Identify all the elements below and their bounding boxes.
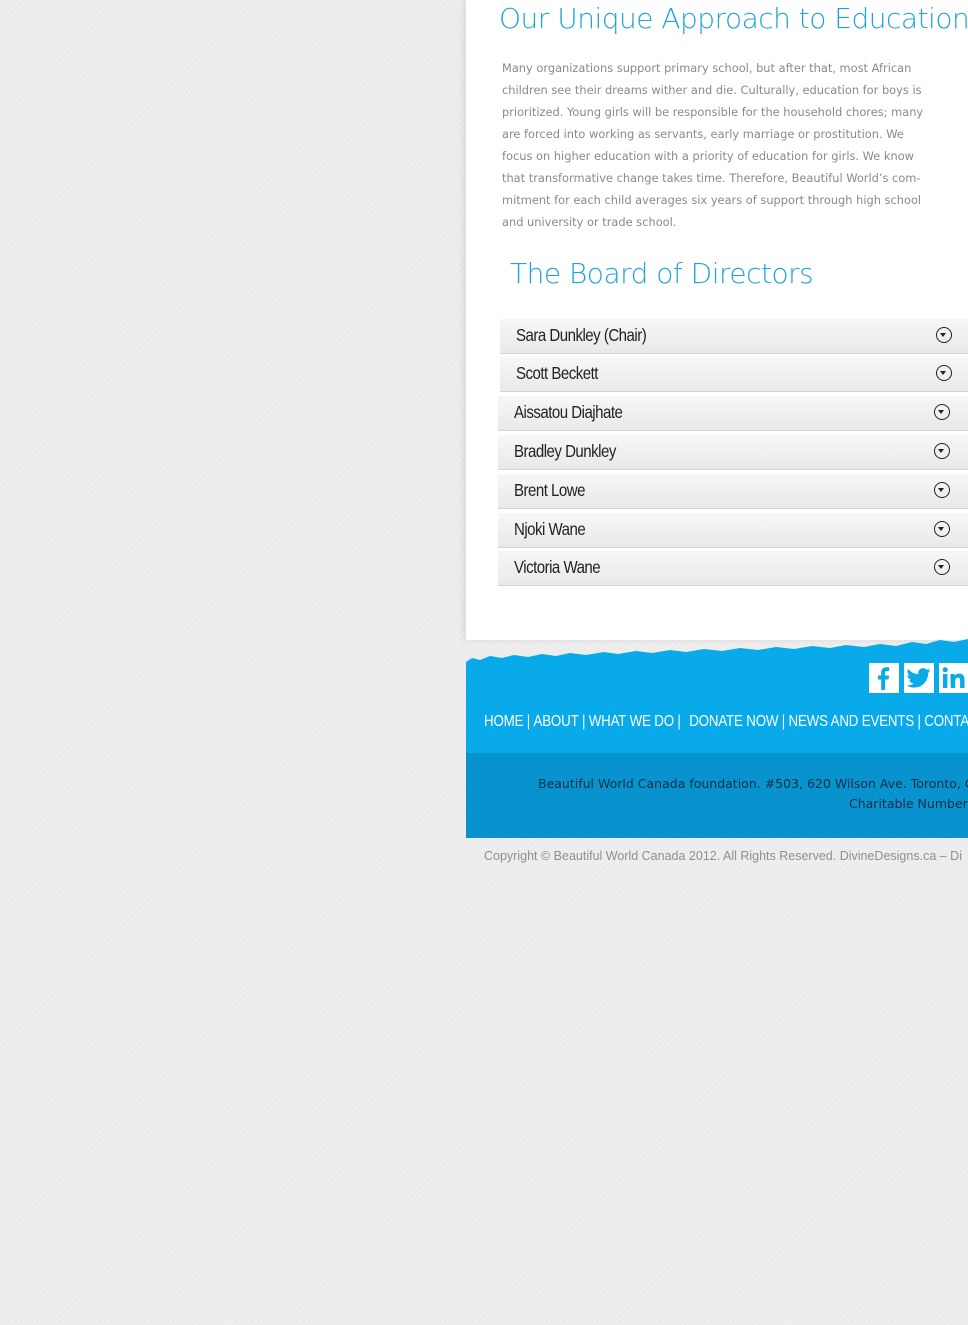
board-member-scott-beckett[interactable]: Scott Beckett bbox=[500, 357, 968, 392]
board-member-name: Aissatou Diajhate bbox=[514, 402, 623, 422]
nav-separator: | bbox=[526, 713, 531, 730]
page: Our Unique Approach to Education Many or… bbox=[0, 0, 968, 1325]
chevron-down-circle-icon[interactable] bbox=[934, 559, 950, 575]
chevron-down-circle-icon[interactable] bbox=[934, 482, 950, 498]
footer-nav-news-events[interactable]: NEWS AND EVENTS bbox=[789, 713, 915, 730]
board-member-victoria-wane[interactable]: Victoria Wane bbox=[498, 551, 968, 586]
footer-nav-about[interactable]: ABOUT bbox=[533, 713, 578, 730]
nav-separator: | bbox=[917, 713, 921, 730]
approach-body-text: Many organizations support primary schoo… bbox=[502, 61, 924, 229]
chevron-down-circle-icon[interactable] bbox=[934, 443, 950, 459]
board-member-name: Scott Beckett bbox=[516, 363, 598, 383]
chevron-down-circle-icon[interactable] bbox=[936, 365, 952, 381]
chevron-down-circle-icon[interactable] bbox=[934, 404, 950, 420]
footer-address: Beautiful World Canada foundation. #503,… bbox=[538, 776, 968, 791]
chevron-down-circle-icon[interactable] bbox=[934, 521, 950, 537]
nav-separator: | bbox=[677, 713, 681, 730]
chevron-down-circle-icon[interactable] bbox=[936, 327, 952, 343]
footer-nav: HOME | ABOUT | WHAT WE DO | DONATE NOW | NEWS AN… bbox=[484, 713, 968, 731]
nav-separator: | bbox=[581, 713, 586, 730]
board-title: The Board of Directors bbox=[510, 257, 814, 290]
footer-nav-home[interactable]: HOME bbox=[484, 713, 523, 730]
board-member-name: Sara Dunkley (Chair) bbox=[516, 325, 647, 345]
footer-nav-what-we-do[interactable]: WHAT WE DO bbox=[589, 713, 674, 730]
board-member-name: Victoria Wane bbox=[514, 557, 601, 577]
board-member-sara-dunkley[interactable]: Sara Dunkley (Chair) bbox=[500, 319, 968, 354]
board-member-brent-lowe[interactable]: Brent Lowe bbox=[498, 474, 968, 509]
nav-separator: | bbox=[781, 713, 786, 730]
board-member-name: Njoki Wane bbox=[514, 519, 586, 539]
footer-charitable-number: Charitable Number: bbox=[849, 796, 968, 811]
board-member-bradley-dunkley[interactable]: Bradley Dunkley bbox=[498, 435, 968, 470]
approach-title: Our Unique Approach to Education bbox=[499, 2, 968, 35]
board-member-name: Brent Lowe bbox=[514, 480, 585, 500]
linkedin-icon[interactable] bbox=[939, 663, 968, 693]
copyright-text: Copyright © Beautiful World Canada 2012.… bbox=[484, 849, 962, 863]
board-member-aissatou-diajhate[interactable]: Aissatou Diajhate bbox=[498, 396, 968, 431]
board-member-njoki-wane[interactable]: Njoki Wane bbox=[498, 513, 968, 548]
facebook-icon[interactable] bbox=[869, 663, 899, 693]
twitter-icon[interactable] bbox=[904, 663, 934, 693]
board-member-name: Bradley Dunkley bbox=[514, 441, 616, 461]
footer-nav-donate-now[interactable]: DONATE NOW bbox=[689, 713, 778, 730]
footer-nav-contact[interactable]: CONTACT bbox=[924, 713, 968, 730]
